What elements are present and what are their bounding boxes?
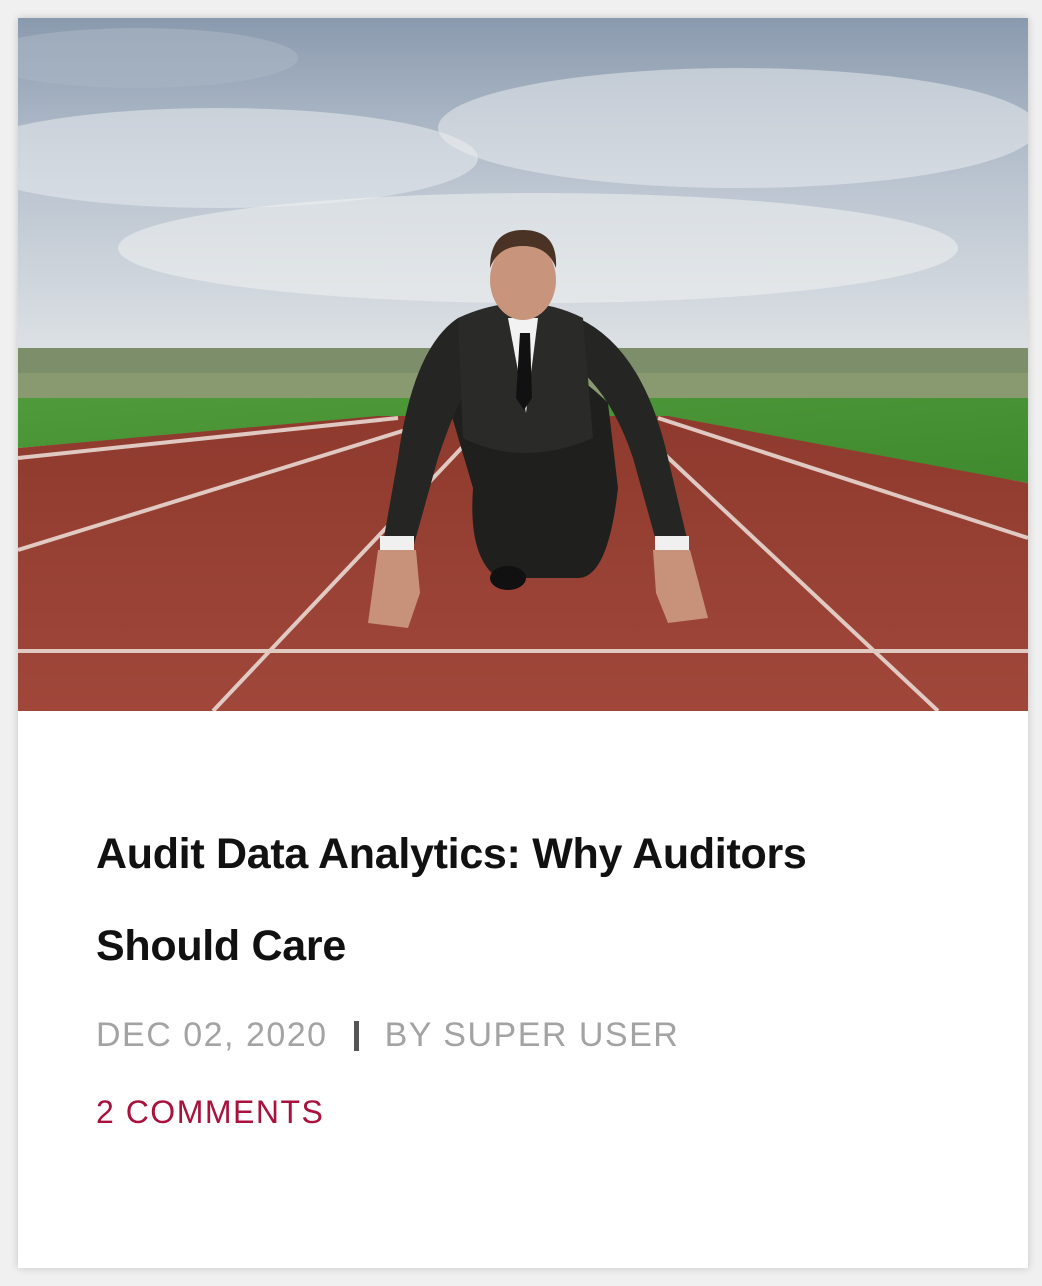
post-featured-image[interactable] (18, 18, 1028, 711)
post-title[interactable]: Audit Data Analytics: Why Auditors Shoul… (96, 808, 956, 992)
comments-link[interactable]: 2 COMMENTS (96, 1094, 324, 1131)
post-date: DEC 02, 2020 (96, 1016, 328, 1054)
post-author: BY SUPER USER (384, 1016, 680, 1054)
blog-post-card: Audit Data Analytics: Why Auditors Shoul… (18, 18, 1028, 1268)
post-meta: DEC 02, 2020 BY SUPER USER (96, 1016, 679, 1055)
meta-separator (353, 1020, 359, 1051)
